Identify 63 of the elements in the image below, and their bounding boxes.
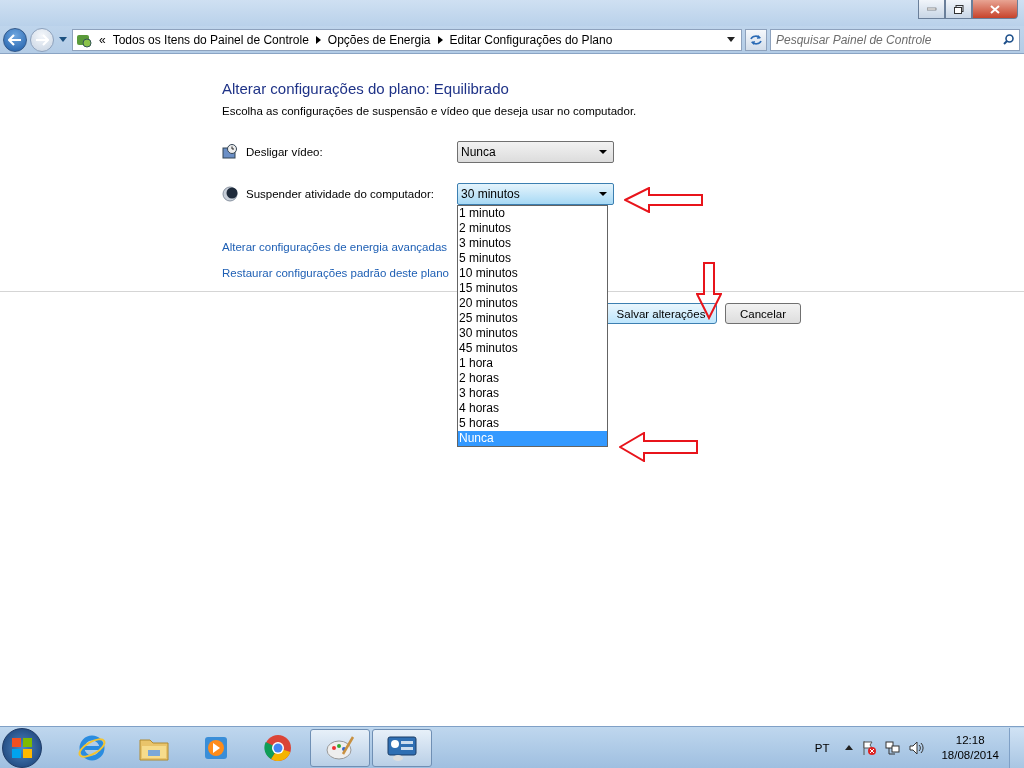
back-button[interactable] [3,27,27,52]
dropdown-arrow-icon [599,192,607,196]
dropdown-option[interactable]: 5 horas [458,416,607,431]
back-arrow-icon [8,33,22,46]
dropdown-option[interactable]: 3 horas [458,386,607,401]
address-bar[interactable]: « Todos os Itens do Painel de Controle Opções de Energia Editar Configurações do Plano [72,28,742,51]
link[interactable]: Restaurar configurações padrão deste plano [222,267,449,279]
control-panel-icon [386,733,418,762]
dropdown-arrow-icon [599,150,607,154]
refresh-button[interactable] [745,28,767,51]
dropdown-option[interactable]: 30 minutos [458,326,607,341]
cancel-button[interactable]: Cancelar [725,303,801,324]
refresh-icon [749,33,763,46]
moon-icon [222,186,238,202]
dropdown-option[interactable]: 2 horas [458,371,607,386]
minimize-button[interactable] [918,0,945,19]
close-button[interactable] [972,0,1018,19]
dropdown-option[interactable]: 5 minutos [458,251,607,266]
description-text: Escolha as configurações de suspensão e vídeo que deseja usar no computador. [222,105,638,117]
flag-error-icon[interactable] [861,739,878,756]
caret-up-icon[interactable] [845,745,854,750]
dropdown-option[interactable]: 4 horas [458,401,607,416]
save-button[interactable]: Salvar alterações [605,303,717,324]
chevron-icon[interactable] [315,35,321,44]
restore-icon [953,4,964,14]
network-icon[interactable] [885,739,902,756]
clock-date[interactable]: 18/08/2014 [941,747,999,763]
taskbar-app[interactable] [310,728,370,767]
dropdown-arrow-icon[interactable] [727,37,735,42]
breadcrumb[interactable]: Editar Configurações do Plano [449,32,613,47]
setting-label: Suspender atividade do computador: [246,188,434,200]
dropdown-option[interactable]: 20 minutos [458,296,607,311]
dropdown-option[interactable]: 45 minutos [458,341,607,356]
monitor-clock-icon [222,144,238,160]
dropdown-option[interactable]: 3 minutos [458,236,607,251]
speaker-icon[interactable] [909,739,926,756]
dropdown-option[interactable]: 2 minutos [458,221,607,236]
dropdown-select[interactable]: Nunca [457,141,614,163]
overflow-chevron[interactable]: « [99,32,106,47]
clock-time[interactable]: 12:18 [955,732,985,748]
forward-arrow-icon [35,33,49,46]
setting-label: Desligar vídeo: [246,146,323,158]
search-icon[interactable] [1003,34,1014,45]
breadcrumb[interactable]: Todos os Itens do Painel de Controle [112,32,309,47]
dropdown-option[interactable]: 15 minutos [458,281,607,296]
dropdown-option[interactable]: 1 minuto [458,206,607,221]
chrome-icon [263,732,293,763]
search-field[interactable]: Pesquisar Painel de Controle [770,28,1020,51]
dropdown-option[interactable]: 1 hora [458,356,607,371]
chevron-icon[interactable] [437,35,443,44]
minimize-icon [926,7,937,11]
dropdown-select[interactable]: 30 minutos [457,183,614,205]
close-icon [990,4,1000,14]
breadcrumb[interactable]: Opções de Energia [327,32,431,47]
link[interactable]: Alterar configurações de energia avançadas [222,241,448,253]
windows-logo-icon [10,735,34,760]
language-indicator[interactable]: PT [814,741,830,754]
start-button[interactable] [2,727,42,768]
dropdown-option[interactable]: 25 minutos [458,311,607,326]
restore-button[interactable] [945,0,972,19]
dropdown-option[interactable]: 10 minutos [458,266,607,281]
page-heading: Alterar configurações do plano: Equilibrado [222,80,510,97]
taskbar-app[interactable] [372,728,432,767]
